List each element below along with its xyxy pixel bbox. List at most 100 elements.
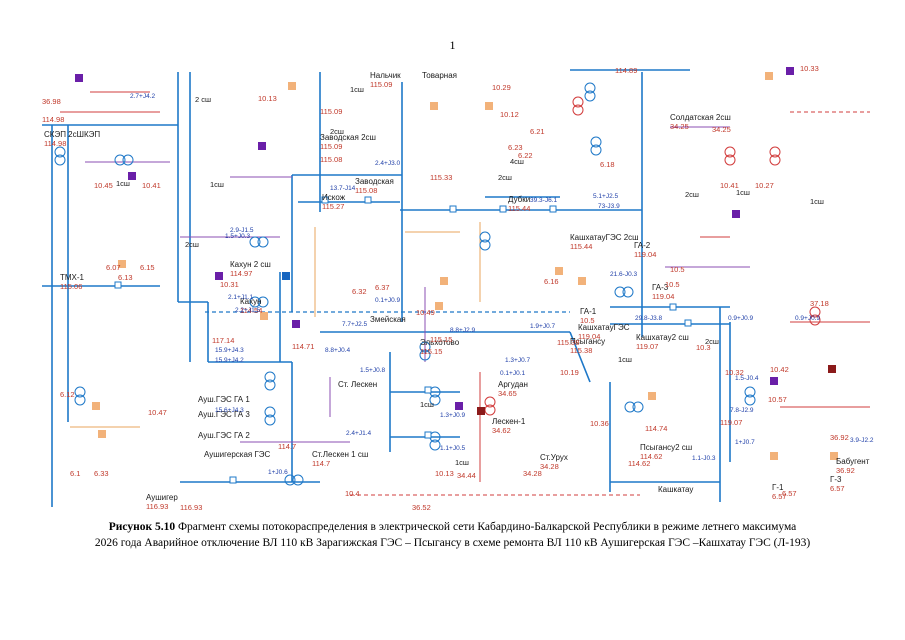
power-flow-label: 2.9-J1.5: [230, 227, 254, 234]
substation-voltage: 119.04: [634, 250, 656, 259]
substation-voltage: 115.06: [60, 282, 82, 291]
voltage-label: 6.13: [118, 273, 133, 282]
voltage-label: 6.57: [782, 489, 797, 498]
power-flow-label: 8.8+J2.9: [450, 327, 476, 334]
power-flow-label: 1+J0.7: [735, 439, 755, 446]
voltage-label: 36.52: [412, 503, 431, 512]
voltage-label: 6.21: [530, 127, 545, 136]
bus-label: 2 сш: [195, 95, 211, 104]
power-flow-label: 13.7-J14: [330, 185, 356, 192]
substation-voltage: 6.57: [830, 484, 845, 493]
power-flow-label: 2.2+J1.5: [235, 307, 261, 314]
power-flow-label: 2.4+J1.4: [346, 430, 372, 437]
substation-name: Ст. Лескен: [338, 380, 377, 389]
voltage-label: 10.47: [148, 408, 167, 417]
power-flow-label: 1.1-J0.3: [692, 455, 716, 462]
voltage-label: 34.25: [712, 125, 731, 134]
power-flow-label: 21.6-J0.3: [610, 271, 637, 278]
substation-name: СКЭП 2сШКЭП: [44, 130, 100, 139]
power-flow-label: 0.9+J0.9: [795, 315, 821, 322]
substation-name: Дубки: [508, 195, 530, 204]
lines-6kv: [70, 222, 481, 428]
substation-voltage: 115.44: [570, 242, 592, 251]
substation-name: Ст.Лескен 1 сш: [312, 450, 368, 459]
voltage-label: 6.18: [600, 160, 615, 169]
power-flow-label: 1.1+J0.5: [440, 445, 466, 452]
voltage-label: 115.15: [430, 335, 452, 344]
power-flow-label: 1+J0.6: [268, 469, 288, 476]
substation-name: Аргудан: [498, 380, 528, 389]
voltage-label: 10.5: [670, 265, 685, 274]
voltage-label: 114.62: [628, 459, 650, 468]
bus-label: 1сш: [810, 197, 824, 206]
substation-name: Аушигерская ГЭС: [204, 450, 271, 459]
substation-voltage: 114.7: [312, 459, 330, 468]
substation-voltage: 34.28: [540, 462, 559, 471]
voltage-label: 34.44: [457, 471, 476, 480]
substation-name: Бабугент: [836, 457, 870, 466]
voltage-label: 114.98: [42, 115, 64, 124]
power-flow-label: 0.1+J0.1: [500, 370, 526, 377]
power-flow-label: 1.3+J0.7: [505, 357, 531, 364]
voltage-label: 10.57: [768, 395, 787, 404]
power-flow-diagram: Нальчик115.09ТоварнаяЗаводская 2сш115.09…: [42, 64, 874, 512]
voltage-label: 10.45: [94, 181, 113, 190]
power-flow-label: 7.8-J2.9: [730, 407, 754, 414]
voltage-label: 34.28: [523, 469, 542, 478]
substation-name: Кашкатау: [658, 485, 693, 494]
voltage-label: 117.14: [212, 336, 234, 345]
voltage-label: 115.33: [430, 173, 452, 182]
voltage-label: 6.1: [70, 469, 80, 478]
substation-voltage: 114.98: [44, 139, 66, 148]
substation-voltage: 116.93: [146, 502, 168, 511]
power-flow-label: 15.9+J4.3: [215, 347, 244, 354]
substation-name: Искож: [322, 193, 346, 202]
substation-name: Заводская 2сш: [320, 133, 376, 142]
substation-name: Аушигер: [146, 493, 178, 502]
substation-voltage: 36.92: [836, 466, 855, 475]
bus-label: 2сш: [685, 190, 699, 199]
voltage-label: 10.49: [416, 308, 435, 317]
voltage-label: 6.32: [352, 287, 367, 296]
voltage-label: 37.18: [810, 299, 829, 308]
substation-voltage: 115.09: [370, 80, 392, 89]
voltage-label: 115.38: [557, 338, 579, 347]
substation-name: Змейская: [370, 315, 406, 324]
voltage-label: 116.93: [180, 503, 202, 512]
voltage-label: 10.13: [258, 94, 277, 103]
power-flow-label: 39.3-J6.1: [530, 197, 557, 204]
substation-name: Кашхатау2 сш: [636, 333, 689, 342]
caption-line2: 2026 года Аварийное отключение ВЛ 110 кВ…: [94, 537, 811, 549]
voltage-label: 10.31: [220, 280, 239, 289]
power-flow-label: 0.1+J0.9: [375, 297, 401, 304]
page-number: 1: [449, 38, 456, 52]
bus-label: 2сш: [185, 240, 199, 249]
bus-label: 1сш: [618, 355, 632, 364]
substation-name: Лескен-1: [492, 417, 526, 426]
voltage-label: 10.27: [755, 181, 774, 190]
substation-name: ГА-1: [580, 307, 597, 316]
substation-voltage: 34.25: [670, 122, 689, 131]
voltage-label: 10.19: [560, 368, 579, 377]
voltage-label: 6.07: [106, 263, 121, 272]
bus-label: 1сш: [210, 180, 224, 189]
power-flow-label: 0.9+J0.9: [728, 315, 754, 322]
power-flow-label: 1.5+J0.8: [360, 367, 386, 374]
voltage-label: 36.92: [830, 433, 849, 442]
voltage-label: 10.41: [142, 181, 161, 190]
voltage-label: 10.29: [492, 83, 511, 92]
caption-number: Рисунок 5.10: [108, 521, 176, 533]
power-flow-label: 7.7+J2.5: [342, 321, 368, 328]
voltage-label: 10.41: [720, 181, 739, 190]
voltage-label: 119.07: [720, 418, 742, 427]
power-flow-label: 73-J3.9: [598, 203, 620, 210]
voltage-label: 115.08: [320, 155, 342, 164]
substation-voltage: 115.09: [320, 142, 342, 151]
substation-voltage: 115.27: [322, 202, 344, 211]
power-flow-label: 2.7+J4.2: [130, 93, 156, 100]
voltage-label: 10.36: [590, 419, 609, 428]
power-flow-label: 15.6+J4.3: [215, 407, 244, 414]
voltage-label: 10.4: [345, 489, 360, 498]
power-flow-label: 1.5+J0.3: [225, 233, 251, 240]
substation-name: ТМХ-1: [60, 273, 85, 282]
